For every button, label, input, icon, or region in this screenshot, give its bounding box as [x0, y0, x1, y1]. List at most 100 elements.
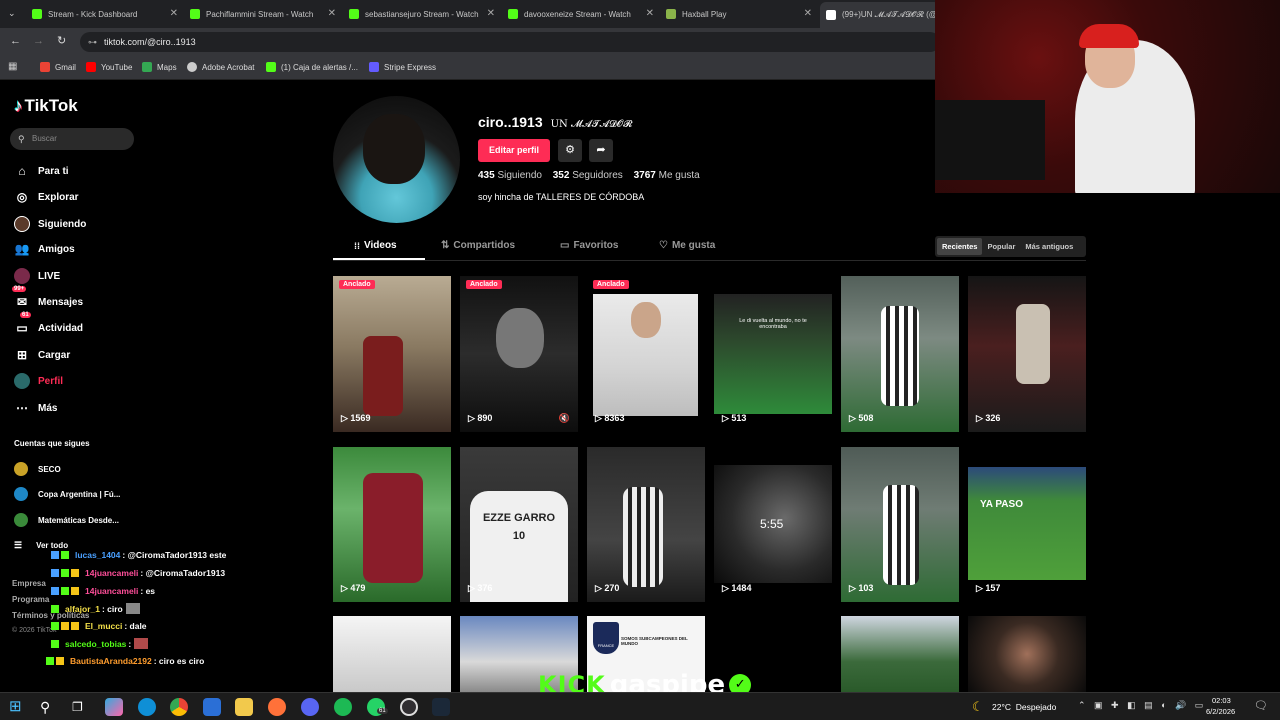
following-matematicas[interactable]: Matemáticas Desde...	[14, 513, 119, 527]
close-tab-icon[interactable]: ✕	[328, 8, 336, 19]
tab-pachiflammini[interactable]: Pachiflammini Stream - Watch ✕	[190, 4, 336, 24]
chat-message: alfajor_1: ciro	[51, 603, 140, 614]
video-card[interactable]: ▷ 326	[968, 276, 1086, 432]
copilot-icon[interactable]	[105, 698, 123, 716]
back-icon[interactable]: ←	[10, 35, 21, 47]
nav-para-ti[interactable]: ⌂ Para ti	[14, 161, 68, 181]
following-count[interactable]: 435	[478, 170, 495, 181]
video-card[interactable]	[333, 616, 451, 692]
settings-button[interactable]: ⚙	[558, 139, 582, 162]
pinned-badge: Anclado	[339, 280, 375, 289]
likes-count: 3767	[633, 170, 656, 181]
tiktok-logo[interactable]: ♪ TikTok	[14, 96, 78, 116]
tab-tiktok-active[interactable]: (99+)UN 𝓜𝓐𝓣𝓐𝓓𝓞𝓡 (@ci	[820, 2, 940, 28]
video-card[interactable]	[968, 616, 1086, 692]
followers-count[interactable]: 352	[553, 170, 570, 181]
task-view-icon[interactable]: ❐	[72, 698, 90, 716]
nav-siguiendo[interactable]: Siguiendo	[14, 214, 86, 234]
video-card[interactable]: ▷ 103	[841, 447, 959, 602]
nav-explorar[interactable]: ◎ Explorar	[14, 187, 79, 207]
nav-mas[interactable]: ⋯ Más	[14, 398, 57, 418]
video-card[interactable]	[841, 616, 959, 692]
chat-message: 14juancameli: es	[51, 586, 155, 596]
following-seco[interactable]: SECO	[14, 462, 61, 476]
nav-actividad[interactable]: ▭ 61 Actividad	[14, 312, 83, 338]
chrome-icon[interactable]	[170, 698, 188, 716]
footer-empresa[interactable]: Empresa	[12, 579, 46, 588]
video-card[interactable]: ▷ 479	[333, 447, 451, 602]
mute-icon[interactable]: 🔇	[559, 413, 570, 424]
discord-icon[interactable]	[301, 698, 319, 716]
spotify-icon[interactable]	[334, 698, 352, 716]
bookmark-youtube[interactable]: YouTube	[86, 62, 132, 72]
bookmark-stripe[interactable]: Stripe Express	[369, 62, 436, 72]
video-card[interactable]: ▷ 270	[587, 447, 705, 602]
sort-mas-antiguos[interactable]: Más antiguos	[1020, 242, 1078, 251]
whatsapp-icon[interactable]: 61	[367, 698, 388, 716]
tab-compartidos[interactable]: ⇅ Compartidos	[441, 240, 515, 251]
video-card[interactable]: EZZE GARRO 10 ▷ 376	[460, 447, 578, 602]
nav-live[interactable]: LIVE	[14, 266, 60, 286]
site-info-icon[interactable]: ⊶	[88, 32, 97, 52]
reload-icon[interactable]: ↻	[57, 34, 66, 47]
video-card[interactable]: Anclado ▷ 8363	[587, 276, 705, 432]
file-explorer-icon[interactable]	[235, 698, 253, 716]
search-icon[interactable]: ⚲	[40, 698, 58, 716]
bookmark-gmail[interactable]: Gmail	[40, 62, 76, 72]
grid-icon: ⁞⁞	[354, 240, 360, 251]
video-caption: SOMOS SUBCAMPEONES DEL MUNDO	[621, 636, 688, 646]
view-count: ▷ 1484	[722, 583, 752, 593]
bookmark-acrobat[interactable]: Adobe Acrobat	[187, 62, 254, 72]
video-thumbnail	[714, 294, 832, 414]
video-card[interactable]: Le di vuelta al mundo, no te encontraba …	[714, 276, 832, 432]
tab-videos[interactable]: ⁞⁞ Videos	[354, 240, 397, 251]
tab-haxball[interactable]: Haxball Play ✕	[666, 4, 812, 24]
tab-davooxeneize[interactable]: davooxeneize Stream - Watch ✕	[508, 4, 654, 24]
sort-popular[interactable]: Popular	[982, 242, 1020, 251]
nav-amigos[interactable]: 👥 Amigos	[14, 239, 75, 259]
firefox-icon[interactable]	[268, 698, 286, 716]
tab-list-icon[interactable]: ⌄	[8, 8, 16, 19]
profile-avatar[interactable]	[333, 96, 460, 223]
windows-start-icon[interactable]: ⊞	[9, 698, 27, 716]
bookmark-maps[interactable]: Maps	[142, 62, 177, 72]
share-button[interactable]: ➦	[589, 139, 613, 162]
tab-favoritos[interactable]: ▭ Favoritos	[560, 240, 618, 251]
tab-sebastiansejuro[interactable]: sebastiansejuro Stream - Watch ✕	[349, 4, 495, 24]
obs-icon[interactable]	[400, 698, 418, 716]
close-tab-icon[interactable]: ✕	[170, 8, 178, 19]
apps-grid-icon[interactable]: ▦	[8, 61, 17, 72]
badge-icon	[61, 587, 69, 595]
following-copa-argentina[interactable]: Copa Argentina | Fú...	[14, 487, 120, 501]
notifications-icon[interactable]: 🗨	[1254, 699, 1268, 712]
nav-mensajes[interactable]: ✉ 99+ Mensajes	[12, 286, 83, 312]
close-tab-icon[interactable]: ✕	[646, 8, 654, 19]
clock-time[interactable]: 02:03	[1212, 696, 1231, 705]
url-field[interactable]: ⊶ tiktok.com/@ciro..1913	[80, 32, 940, 52]
video-card[interactable]: 5:55 ▷ 1484	[714, 447, 832, 602]
video-card[interactable]: Anclado ▷ 890 🔇	[460, 276, 578, 432]
close-tab-icon[interactable]: ✕	[487, 8, 495, 19]
steam-icon[interactable]	[432, 698, 450, 716]
footer-programa[interactable]: Programa	[12, 595, 49, 604]
system-tray-icons[interactable]: ⌃ ▣ ✚ ◧ ▤ ◐ 🔊 ▭	[1078, 700, 1206, 711]
chat-message: lucas_1404: @CiromaTador1913 este	[51, 550, 226, 560]
tab-me-gusta[interactable]: ♡ Me gusta	[659, 240, 715, 251]
video-card[interactable]: YA PASO ▷ 157	[968, 447, 1086, 602]
tab-kick-dashboard[interactable]: Stream - Kick Dashboard ✕	[32, 4, 178, 24]
bookmark-alerts[interactable]: (1) Caja de alertas /...	[266, 62, 358, 72]
video-card[interactable]: Anclado ▷ 1569	[333, 276, 451, 432]
monitor-shape	[935, 100, 1045, 180]
search-input[interactable]: ⚲ Buscar	[10, 128, 134, 150]
nav-perfil[interactable]: Perfil	[14, 371, 63, 391]
store-icon[interactable]	[203, 698, 221, 716]
forward-icon[interactable]: →	[33, 35, 44, 47]
sort-recientes[interactable]: Recientes	[937, 238, 983, 255]
close-tab-icon[interactable]: ✕	[804, 8, 812, 19]
clock-date[interactable]: 6/2/2026	[1206, 707, 1235, 716]
nav-cargar[interactable]: ⊞ Cargar	[14, 345, 70, 365]
weather-text[interactable]: 22°C Despejado	[992, 702, 1056, 712]
edge-icon[interactable]	[138, 698, 156, 716]
video-card[interactable]: ▷ 508	[841, 276, 959, 432]
edit-profile-button[interactable]: Editar perfil	[478, 139, 550, 162]
